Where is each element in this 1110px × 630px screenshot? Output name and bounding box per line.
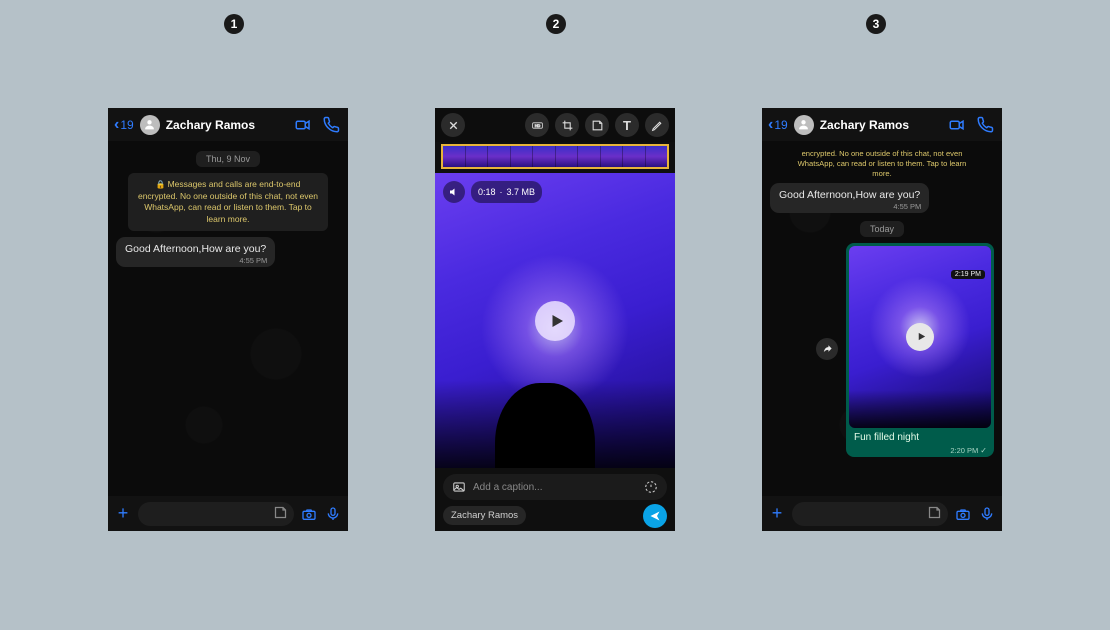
play-button[interactable]: [535, 301, 575, 341]
microphone-icon[interactable]: [324, 505, 342, 523]
screen-2: HD T 0:18 · 3.7 MB: [435, 108, 675, 531]
chat-header: ‹ 19 Zachary Ramos: [108, 108, 348, 141]
incoming-message[interactable]: Good Afternoon,How are you? 4:55 PM: [116, 237, 275, 267]
contact-name[interactable]: Zachary Ramos: [166, 118, 255, 132]
view-once-icon[interactable]: [643, 479, 659, 495]
video-preview[interactable]: 0:18 · 3.7 MB: [435, 173, 675, 468]
video-thumbnail[interactable]: 2:19 PM: [849, 246, 991, 428]
message-text: Good Afternoon,How are you?: [779, 189, 920, 201]
camera-icon[interactable]: [300, 505, 318, 523]
message-input[interactable]: [138, 502, 294, 526]
photo-icon[interactable]: [451, 479, 467, 495]
video-size: 3.7 MB: [507, 187, 536, 197]
chevron-left-icon: ‹: [114, 117, 119, 133]
hd-quality-icon[interactable]: HD: [525, 113, 549, 137]
chat-body[interactable]: Thu, 9 Nov 🔒Messages and calls are end-t…: [108, 141, 348, 496]
outgoing-video-message[interactable]: 2:19 PM Fun filled night 2:20 PM ✓: [846, 243, 994, 457]
video-call-icon[interactable]: [292, 114, 314, 136]
date-chip: Thu, 9 Nov: [196, 151, 260, 167]
plus-icon[interactable]: +: [114, 503, 132, 524]
crop-icon[interactable]: [555, 113, 579, 137]
svg-text:HD: HD: [534, 124, 540, 128]
sticker-icon[interactable]: [273, 505, 288, 523]
step-badge-3: 3: [866, 14, 886, 34]
video-duration: 0:18: [478, 187, 496, 197]
chat-header: ‹ 19 Zachary Ramos: [762, 108, 1002, 141]
mute-icon[interactable]: [443, 181, 465, 203]
editor-header: HD T: [435, 108, 675, 142]
close-icon[interactable]: [441, 113, 465, 137]
lock-icon: 🔒: [156, 180, 166, 189]
step-badge-2: 2: [546, 14, 566, 34]
send-button[interactable]: [643, 504, 667, 528]
back-button[interactable]: ‹ 19: [768, 117, 788, 133]
video-caption: Fun filled night: [849, 428, 991, 443]
voice-call-icon[interactable]: [974, 114, 996, 136]
delivered-ticks-icon: ✓: [980, 446, 987, 455]
date-chip: Today: [860, 221, 904, 237]
message-text: Good Afternoon,How are you?: [125, 243, 266, 255]
play-button[interactable]: [906, 323, 934, 351]
avatar[interactable]: [140, 115, 160, 135]
back-button[interactable]: ‹ 19: [114, 117, 134, 133]
chat-footer: +: [108, 496, 348, 531]
step-badge-1: 1: [224, 14, 244, 34]
plus-icon[interactable]: +: [768, 503, 786, 524]
caption-input[interactable]: Add a caption...: [443, 474, 667, 500]
forward-icon[interactable]: [816, 338, 838, 360]
chevron-left-icon: ‹: [768, 117, 773, 133]
caption-placeholder: Add a caption...: [473, 482, 637, 493]
back-count: 19: [774, 118, 787, 132]
video-metadata: 0:18 · 3.7 MB: [471, 181, 542, 203]
message-input[interactable]: [792, 502, 948, 526]
avatar[interactable]: [794, 115, 814, 135]
back-count: 19: [120, 118, 133, 132]
incoming-message[interactable]: Good Afternoon,How are you? 4:55 PM: [770, 183, 929, 213]
video-call-icon[interactable]: [946, 114, 968, 136]
recipient-chip[interactable]: Zachary Ramos: [443, 506, 526, 525]
camera-icon[interactable]: [954, 505, 972, 523]
microphone-icon[interactable]: [978, 505, 996, 523]
message-time: 2:20 PM ✓: [950, 446, 987, 455]
sticker-icon[interactable]: [927, 505, 942, 523]
video-duration-badge: 2:19 PM: [951, 270, 985, 279]
sticker-icon[interactable]: [585, 113, 609, 137]
contact-name[interactable]: Zachary Ramos: [820, 118, 909, 132]
message-time: 4:55 PM: [239, 256, 267, 265]
chat-body[interactable]: encrypted. No one outside of this chat, …: [762, 141, 1002, 496]
encryption-notice[interactable]: encrypted. No one outside of this chat, …: [794, 149, 970, 179]
video-trim-strip[interactable]: [441, 144, 669, 169]
encryption-notice[interactable]: 🔒Messages and calls are end-to-end encry…: [128, 173, 328, 231]
message-time: 4:55 PM: [893, 202, 921, 211]
screen-1: ‹ 19 Zachary Ramos Thu, 9 Nov 🔒Messages …: [108, 108, 348, 531]
chat-footer: +: [762, 496, 1002, 531]
screen-3: ‹ 19 Zachary Ramos encrypted. No one out…: [762, 108, 1002, 531]
draw-icon[interactable]: [645, 113, 669, 137]
editor-footer: Zachary Ramos: [435, 500, 675, 529]
text-icon[interactable]: T: [615, 113, 639, 137]
voice-call-icon[interactable]: [320, 114, 342, 136]
